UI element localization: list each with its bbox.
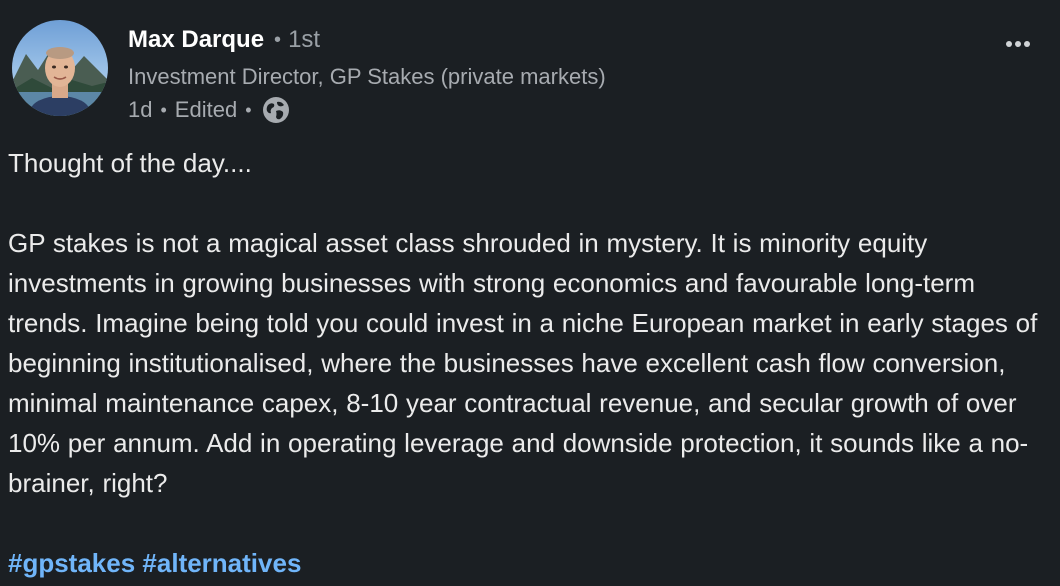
- more-options-button[interactable]: [998, 30, 1038, 58]
- hashtag-gpstakes[interactable]: #gpstakes: [8, 548, 135, 578]
- author-name[interactable]: Max Darque: [128, 26, 264, 54]
- author-avatar[interactable]: [12, 20, 108, 116]
- name-separator: •: [274, 28, 282, 51]
- feed-post: Max Darque • 1st Investment Director, GP…: [0, 0, 1060, 586]
- edited-label: Edited: [174, 97, 238, 122]
- edited-separator: •: [245, 99, 252, 120]
- profile-photo-icon: [12, 20, 108, 116]
- post-timestamp-row: 1d • Edited •: [128, 94, 1008, 126]
- post-meta: Max Darque • 1st Investment Director, GP…: [128, 20, 1008, 126]
- author-name-row: Max Darque • 1st: [128, 20, 1008, 60]
- post-body: Thought of the day.... GP stakes is not …: [8, 143, 1052, 583]
- more-horizontal-icon: [1006, 41, 1030, 47]
- globe-icon: [262, 96, 290, 124]
- connection-degree: 1st: [288, 26, 321, 53]
- time-separator: •: [160, 99, 167, 120]
- hashtag-row: #gpstakes #alternatives: [8, 543, 1052, 583]
- post-time: 1d: [128, 97, 153, 122]
- author-headline: Investment Director, GP Stakes (private …: [128, 64, 606, 89]
- hashtag-alternatives[interactable]: #alternatives: [142, 548, 301, 578]
- post-main-text: GP stakes is not a magical asset class s…: [8, 228, 1038, 498]
- post-intro-text: Thought of the day....: [8, 148, 252, 178]
- post-header: Max Darque • 1st Investment Director, GP…: [12, 20, 1048, 123]
